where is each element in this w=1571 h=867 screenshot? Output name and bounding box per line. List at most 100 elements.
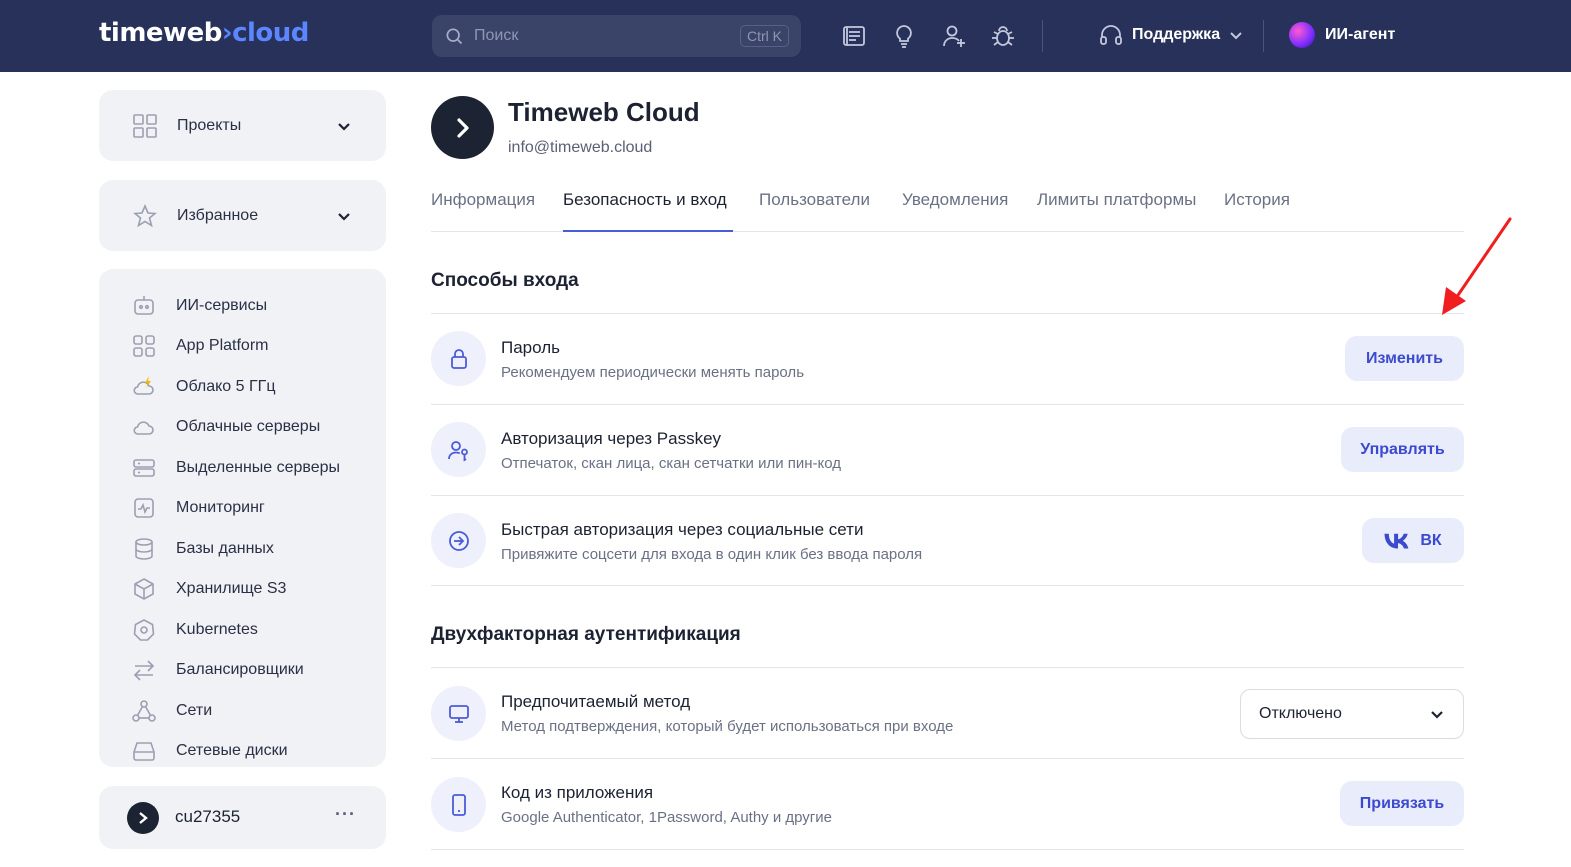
sidebar-item-label: Мониторинг [176,499,265,516]
chevron-down-icon [338,122,350,131]
header-divider [1263,20,1264,52]
tab-history[interactable]: История [1224,190,1290,210]
passkey-subtitle: Отпечаток, скан лица, скан сетчатки или … [501,455,842,472]
header-divider [1042,20,1043,52]
sidebar-item-kubernetes[interactable]: Kubernetes [132,618,258,642]
divider [431,495,1464,496]
favorites-label: Избранное [177,206,259,224]
login-arrow-icon [448,530,469,551]
app-code-title: Код из приложения [501,783,654,802]
sidebar-item-label: Сети [176,702,213,719]
sidebar-item-label: Балансировщики [176,661,304,678]
preferred-method-row-icon [431,686,486,741]
sidebar-item-label: Облачные серверы [176,418,321,435]
bind-app-button[interactable]: Привязать [1340,781,1464,826]
sidebar-item-cloud-5ghz[interactable]: Облако 5 ГГц [132,375,275,399]
manage-passkey-button[interactable]: Управлять [1341,427,1464,472]
chevron-down-icon [1230,32,1242,40]
two-factor-method-select[interactable]: Отключено [1240,689,1464,739]
disk-icon [133,742,155,761]
vk-login-button[interactable]: ВК [1362,518,1464,563]
projects-dropdown[interactable]: Проекты [99,90,386,161]
docs-icon[interactable] [840,22,868,50]
grid-icon [133,335,155,357]
sidebar-item-network-disks[interactable]: Сетевые диски [132,739,288,763]
sidebar-item-s3-storage[interactable]: Хранилище S3 [132,577,286,601]
divider [431,667,1464,668]
add-user-icon[interactable] [940,22,968,50]
logo-chevron-icon: › [221,18,233,48]
lightbulb-icon[interactable] [890,22,918,50]
sidebar-item-monitoring[interactable]: Мониторинг [132,496,265,520]
tab-users[interactable]: Пользователи [759,190,870,210]
sidebar-item-ai-services[interactable]: ИИ-сервисы [132,294,267,318]
app-code-row-icon [431,777,486,832]
sidebar-item-label: App Platform [176,337,269,354]
phone-icon [451,793,466,816]
sidebar-item-label: Облако 5 ГГц [176,378,276,395]
top-bar: timeweb›cloud Поиск Ctrl K Поддержка ИИ-… [0,0,1571,72]
tab-notifications[interactable]: Уведомления [902,190,1008,210]
sidebar-item-dedicated-servers[interactable]: Выделенные серверы [132,456,340,480]
favorites-dropdown[interactable]: Избранное [99,180,386,251]
server-icon [133,459,155,477]
tab-platform-limits[interactable]: Лимиты платформы [1037,190,1196,210]
sidebar-item-databases[interactable]: Базы данных [132,537,274,561]
arrows-icon [133,660,155,681]
bug-icon[interactable] [989,22,1017,50]
account-switcher[interactable]: cu27355 ··· [99,786,386,849]
ai-agent-orb-icon [1289,22,1315,48]
cube-icon [134,578,154,600]
tab-security[interactable]: Безопасность и вход [563,190,727,210]
login-methods-title: Способы входа [431,270,579,291]
password-subtitle: Рекомендуем периодически менять пароль [501,364,805,381]
projects-grid-icon [133,113,157,138]
active-tab-indicator [563,230,733,232]
services-menu: ИИ-сервисы App Platform Облако 5 ГГц Обл… [99,269,386,767]
star-icon [133,203,157,227]
cloud-icon [133,421,154,435]
logo[interactable]: timeweb›cloud [99,18,309,48]
lock-icon [450,348,467,369]
account-name: Timeweb Cloud [508,97,700,127]
search-input[interactable]: Поиск [474,27,740,45]
divider [431,849,1464,850]
divider [431,585,1464,586]
chevron-down-icon [338,212,350,221]
passkey-title: Авторизация через Passkey [501,429,722,448]
sidebar-item-balancers[interactable]: Балансировщики [132,658,304,682]
ai-agent-label: ИИ-агент [1325,26,1396,43]
projects-label: Проекты [177,116,242,134]
tab-info[interactable]: Информация [431,190,535,210]
chevron-right-icon [456,117,469,138]
support-menu[interactable]: Поддержка [1098,22,1244,48]
ai-agent-button[interactable]: ИИ-агент [1289,22,1395,48]
sidebar-item-cloud-servers[interactable]: Облачные серверы [132,415,320,439]
more-icon[interactable]: ··· [335,804,356,825]
sidebar-item-label: ИИ-сервисы [176,297,268,314]
social-row-icon [431,513,486,568]
app-code-subtitle: Google Authenticator, 1Password, Authy и… [501,809,833,826]
sidebar-item-label: Выделенные серверы [176,459,341,476]
vk-icon [1384,533,1409,548]
sidebar-item-label: Сетевые диски [176,742,288,759]
divider [431,404,1464,405]
settings-tabs: Информация Безопасность и вход Пользоват… [431,188,1464,232]
vk-label: ВК [1420,531,1442,549]
search-box[interactable]: Поиск Ctrl K [432,15,801,57]
sidebar-item-networks[interactable]: Сети [132,699,212,723]
annotation-arrow-icon [1442,217,1512,315]
select-value: Отключено [1259,705,1342,722]
support-label: Поддержка [1132,26,1221,43]
sidebar-item-app-platform[interactable]: App Platform [132,334,268,358]
monitor-icon [448,704,469,723]
account-logo [431,96,494,159]
social-title: Быстрая авторизация через социальные сет… [501,520,864,539]
logo-cloud-text: cloud [232,18,309,48]
passkey-icon [447,440,468,462]
divider [431,758,1464,759]
preferred-method-title: Предпочитаемый метод [501,692,691,711]
change-password-button[interactable]: Изменить [1345,336,1464,381]
chevron-down-icon [1431,711,1443,719]
sidebar-item-label: Kubernetes [176,621,258,638]
